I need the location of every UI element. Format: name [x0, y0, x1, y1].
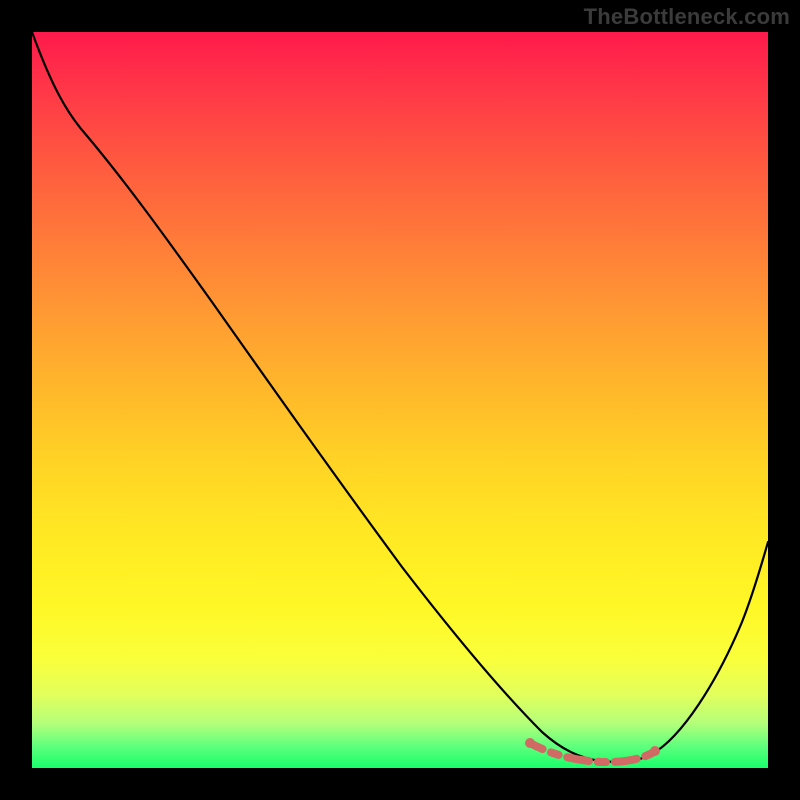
optimal-range-marker	[530, 743, 654, 762]
plot-area	[32, 32, 768, 768]
marker-end-dot-right	[650, 746, 660, 756]
chart-frame: TheBottleneck.com	[0, 0, 800, 800]
watermark-text: TheBottleneck.com	[584, 4, 790, 30]
marker-end-dot-left	[525, 738, 535, 748]
bottleneck-curve	[32, 32, 768, 762]
curve-layer	[32, 32, 768, 768]
